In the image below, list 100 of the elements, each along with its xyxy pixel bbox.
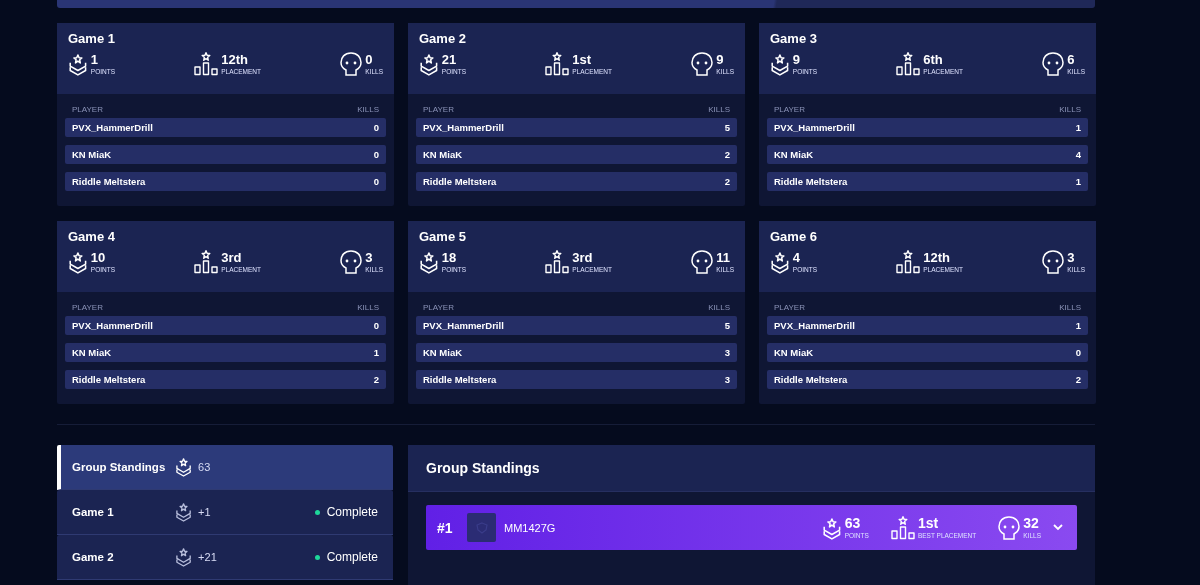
chevron-star-icon — [68, 252, 88, 274]
kills-count: 0 — [373, 320, 379, 331]
stat-value: 1 — [90, 52, 100, 67]
expand-button[interactable] — [1053, 524, 1063, 531]
column-header: PLAYER — [423, 105, 454, 114]
stat-value: 6th — [923, 52, 944, 67]
player-name: PVX_HammerDrill — [423, 122, 504, 133]
kills-count: 3 — [724, 374, 730, 385]
game-title: Game 6 — [770, 229, 818, 244]
skull-icon — [340, 250, 363, 274]
stat-value: 3 — [1067, 250, 1076, 265]
status-text: Complete — [326, 550, 378, 564]
column-header: KILLS — [1059, 105, 1081, 114]
team-avatar — [467, 513, 496, 542]
column-header: PLAYER — [72, 303, 103, 312]
stat-value: 1st — [917, 515, 940, 531]
game-title: Game 5 — [419, 229, 467, 244]
game-title: Game 4 — [68, 229, 116, 244]
stat-value: 10 — [90, 250, 107, 265]
chevron-star-icon — [68, 54, 88, 76]
game-title: Game 3 — [770, 31, 818, 46]
standings-nav-item[interactable]: Game 1 +1 Complete — [57, 490, 393, 535]
column-header: KILLS — [1059, 303, 1081, 312]
column-header: PLAYER — [72, 105, 103, 114]
chevron-star-icon — [175, 547, 193, 567]
stat-value: 1st — [572, 52, 593, 67]
player-name: PVX_HammerDrill — [774, 320, 855, 331]
nav-points: +21 — [198, 551, 217, 563]
player-name: Riddle Meltstera — [423, 176, 497, 187]
kills-count: 5 — [724, 122, 730, 133]
column-header: PLAYER — [774, 303, 805, 312]
stat-value: 9 — [716, 52, 725, 67]
player-name: PVX_HammerDrill — [774, 122, 855, 133]
stat-value: 12th — [221, 52, 249, 67]
nav-points: +1 — [198, 506, 211, 518]
podium-icon — [194, 250, 219, 274]
stat-value: 3rd — [221, 250, 243, 265]
player-name: Riddle Meltstera — [72, 374, 146, 385]
skull-icon — [998, 515, 1021, 540]
player-name: PVX_HammerDrill — [423, 320, 504, 331]
player-name: KN MiaK — [72, 347, 112, 358]
chevron-star-icon — [419, 54, 439, 76]
kills-count: 4 — [1075, 149, 1081, 160]
chevron-star-icon — [419, 252, 439, 274]
nav-label: Group Standings — [72, 461, 167, 473]
kills-count: 0 — [373, 149, 379, 160]
stat-value: 6 — [1067, 52, 1076, 67]
nav-label: Game 1 — [72, 506, 115, 518]
kills-count: 1 — [1075, 176, 1081, 187]
chevron-star-icon — [770, 54, 790, 76]
chevron-star-icon — [175, 457, 193, 477]
stat-value: 3rd — [572, 250, 594, 265]
chevron-down-icon — [1053, 524, 1063, 531]
team-name: MM1427G — [504, 521, 556, 534]
standings-nav-item[interactable]: Game 2 +21 Complete — [57, 535, 393, 580]
skull-icon — [1042, 250, 1065, 274]
player-name: Riddle Meltstera — [774, 374, 848, 385]
chevron-star-icon — [175, 502, 193, 522]
player-name: PVX_HammerDrill — [72, 320, 153, 331]
player-name: KN MiaK — [774, 347, 814, 358]
stat-value: 12th — [923, 250, 951, 265]
kills-count: 5 — [724, 320, 730, 331]
podium-icon — [545, 250, 570, 274]
stat-value: 18 — [441, 250, 458, 265]
kills-count: 1 — [1075, 122, 1081, 133]
kills-count: 2 — [724, 149, 730, 160]
skull-icon — [691, 250, 714, 274]
kills-count: 2 — [373, 374, 379, 385]
column-header: KILLS — [357, 303, 379, 312]
player-name: KN MiaK — [423, 347, 463, 358]
player-name: KN MiaK — [423, 149, 463, 160]
team-rank: #1 — [437, 519, 454, 536]
stat-value: 11 — [716, 250, 731, 265]
skull-icon — [1042, 52, 1065, 76]
kills-count: 2 — [1075, 374, 1081, 385]
podium-icon — [545, 52, 570, 76]
nav-points: 63 — [198, 461, 211, 473]
player-name: Riddle Meltstera — [423, 374, 497, 385]
status-text: Complete — [326, 505, 378, 519]
podium-icon — [896, 52, 921, 76]
standings-nav-item[interactable]: Group Standings 63 — [57, 445, 393, 490]
skull-icon — [340, 52, 363, 76]
stat-value: 63 — [844, 515, 862, 531]
podium-icon — [194, 52, 219, 76]
skull-icon — [691, 52, 714, 76]
column-header: PLAYER — [774, 105, 805, 114]
stat-value: 3 — [365, 250, 374, 265]
player-name: PVX_HammerDrill — [72, 122, 153, 133]
player-name: Riddle Meltstera — [774, 176, 848, 187]
kills-count: 1 — [373, 347, 379, 358]
stat-value: 32 — [1023, 515, 1040, 531]
kills-count: 0 — [373, 176, 379, 187]
panel-title: Group Standings — [426, 460, 540, 476]
stat-value: 21 — [441, 52, 458, 67]
chevron-star-icon — [770, 252, 790, 274]
player-name: Riddle Meltstera — [72, 176, 146, 187]
podium-icon — [896, 250, 921, 274]
kills-count: 2 — [724, 176, 730, 187]
kills-count: 0 — [373, 122, 379, 133]
game-title: Game 2 — [419, 31, 467, 46]
